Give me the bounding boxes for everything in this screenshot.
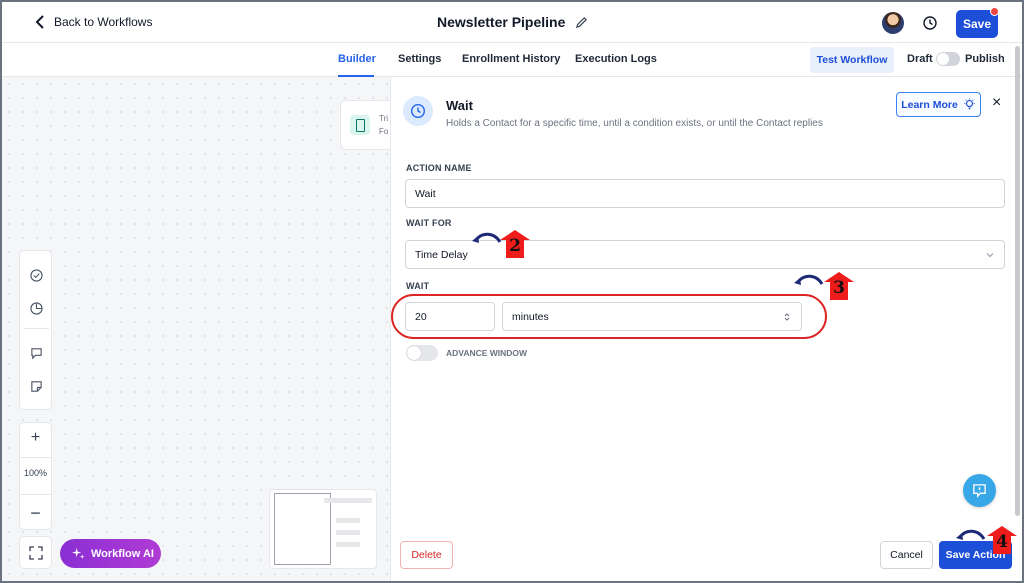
panel-title: Wait	[446, 98, 473, 113]
annotation-marker-4: 4	[987, 526, 1017, 554]
publish-toggle[interactable]	[936, 52, 960, 66]
advance-window-toggle[interactable]	[406, 345, 438, 361]
pencil-icon[interactable]	[575, 16, 588, 29]
minimap-block	[336, 542, 360, 547]
workflow-title: Newsletter Pipeline	[437, 14, 588, 30]
notification-dot	[990, 7, 999, 16]
fit-screen-icon	[29, 546, 43, 560]
highlight-oval	[391, 294, 827, 339]
annotation-number-3: 3	[833, 278, 845, 298]
chevron-down-icon	[986, 253, 994, 258]
action-name-label: ACTION NAME	[406, 163, 472, 173]
history-icon[interactable]	[922, 15, 938, 31]
workflow-ai-button[interactable]: Workflow AI	[60, 539, 161, 568]
avatar[interactable]	[882, 12, 904, 34]
annotation-marker-2: 2	[500, 230, 530, 258]
minimap-block	[336, 530, 360, 535]
annotation-marker-3: 3	[824, 272, 854, 300]
tab-enrollment-history[interactable]: Enrollment History	[462, 53, 560, 65]
chevron-left-icon	[35, 15, 44, 29]
wait-label: WAIT	[406, 281, 430, 291]
zoom-out-button[interactable]: −	[20, 503, 51, 524]
cancel-button[interactable]: Cancel	[880, 541, 933, 569]
fit-screen-button[interactable]	[19, 536, 52, 569]
annotation-arrow-2	[472, 232, 502, 243]
draft-label: Draft	[907, 53, 933, 65]
annotation-arrow-3	[794, 274, 824, 285]
chat-icon	[973, 484, 986, 498]
advance-window-label: ADVANCE WINDOW	[446, 348, 528, 358]
zoom-divider	[20, 494, 51, 495]
comment-icon[interactable]	[30, 347, 43, 360]
annotation-arrow-4	[956, 529, 986, 540]
canvas-toolbox	[19, 250, 52, 410]
workflow-ai-label: Workflow AI	[91, 547, 154, 560]
tab-builder[interactable]: Builder	[338, 53, 376, 65]
zoom-controls: + 100% −	[19, 422, 52, 530]
zoom-divider	[20, 457, 51, 458]
delete-button[interactable]: Delete	[400, 541, 453, 569]
scrollbar[interactable]	[1015, 46, 1020, 516]
workflow-title-text: Newsletter Pipeline	[437, 14, 566, 30]
test-workflow-button[interactable]: Test Workflow	[810, 47, 894, 73]
clipboard-icon	[350, 115, 370, 135]
back-label: Back to Workflows	[54, 15, 153, 29]
panel-description: Holds a Contact for a specific time, unt…	[446, 118, 823, 129]
tabs-bar: Builder Settings Enrollment History Exec…	[2, 43, 1022, 77]
toolbox-divider	[24, 328, 49, 329]
annotation-number-4: 4	[996, 532, 1008, 552]
clock-icon	[410, 103, 426, 119]
tab-settings[interactable]: Settings	[398, 53, 441, 65]
action-panel: Wait Holds a Contact for a specific time…	[390, 77, 1022, 581]
zoom-in-button[interactable]: +	[20, 429, 51, 447]
check-circle-icon[interactable]	[30, 269, 43, 282]
learn-more-label: Learn More	[901, 98, 958, 111]
annotation-number-2: 2	[509, 236, 521, 256]
minimap[interactable]	[269, 489, 377, 569]
learn-more-button[interactable]: Learn More	[896, 92, 981, 117]
trigger-title: Tri	[379, 114, 389, 123]
top-bar: Back to Workflows Newsletter Pipeline Sa…	[2, 2, 1022, 43]
chat-support-button[interactable]	[963, 474, 996, 507]
tab-execution-logs[interactable]: Execution Logs	[575, 53, 657, 65]
wait-action-icon	[403, 96, 433, 126]
sparkle-icon	[72, 547, 85, 560]
wait-for-label: WAIT FOR	[406, 218, 452, 228]
sticky-note-icon[interactable]	[30, 380, 43, 393]
lightbulb-icon	[964, 98, 975, 110]
wait-for-value: Time Delay	[415, 248, 468, 261]
trigger-subtitle: Fo	[379, 127, 389, 136]
pie-chart-icon[interactable]	[30, 302, 43, 315]
zoom-level: 100%	[23, 468, 48, 478]
workflow-canvas[interactable]: Tri Fo + 100% − Workflow AI	[2, 77, 400, 581]
action-name-input[interactable]: Wait	[405, 179, 1005, 208]
app-window: Back to Workflows Newsletter Pipeline Sa…	[0, 0, 1024, 583]
close-panel-button[interactable]: ×	[992, 94, 1001, 112]
publish-label: Publish	[965, 53, 1005, 65]
minimap-block	[336, 518, 360, 523]
minimap-block	[324, 498, 372, 503]
minimap-viewport	[274, 493, 331, 565]
back-to-workflows-link[interactable]: Back to Workflows	[34, 15, 152, 29]
